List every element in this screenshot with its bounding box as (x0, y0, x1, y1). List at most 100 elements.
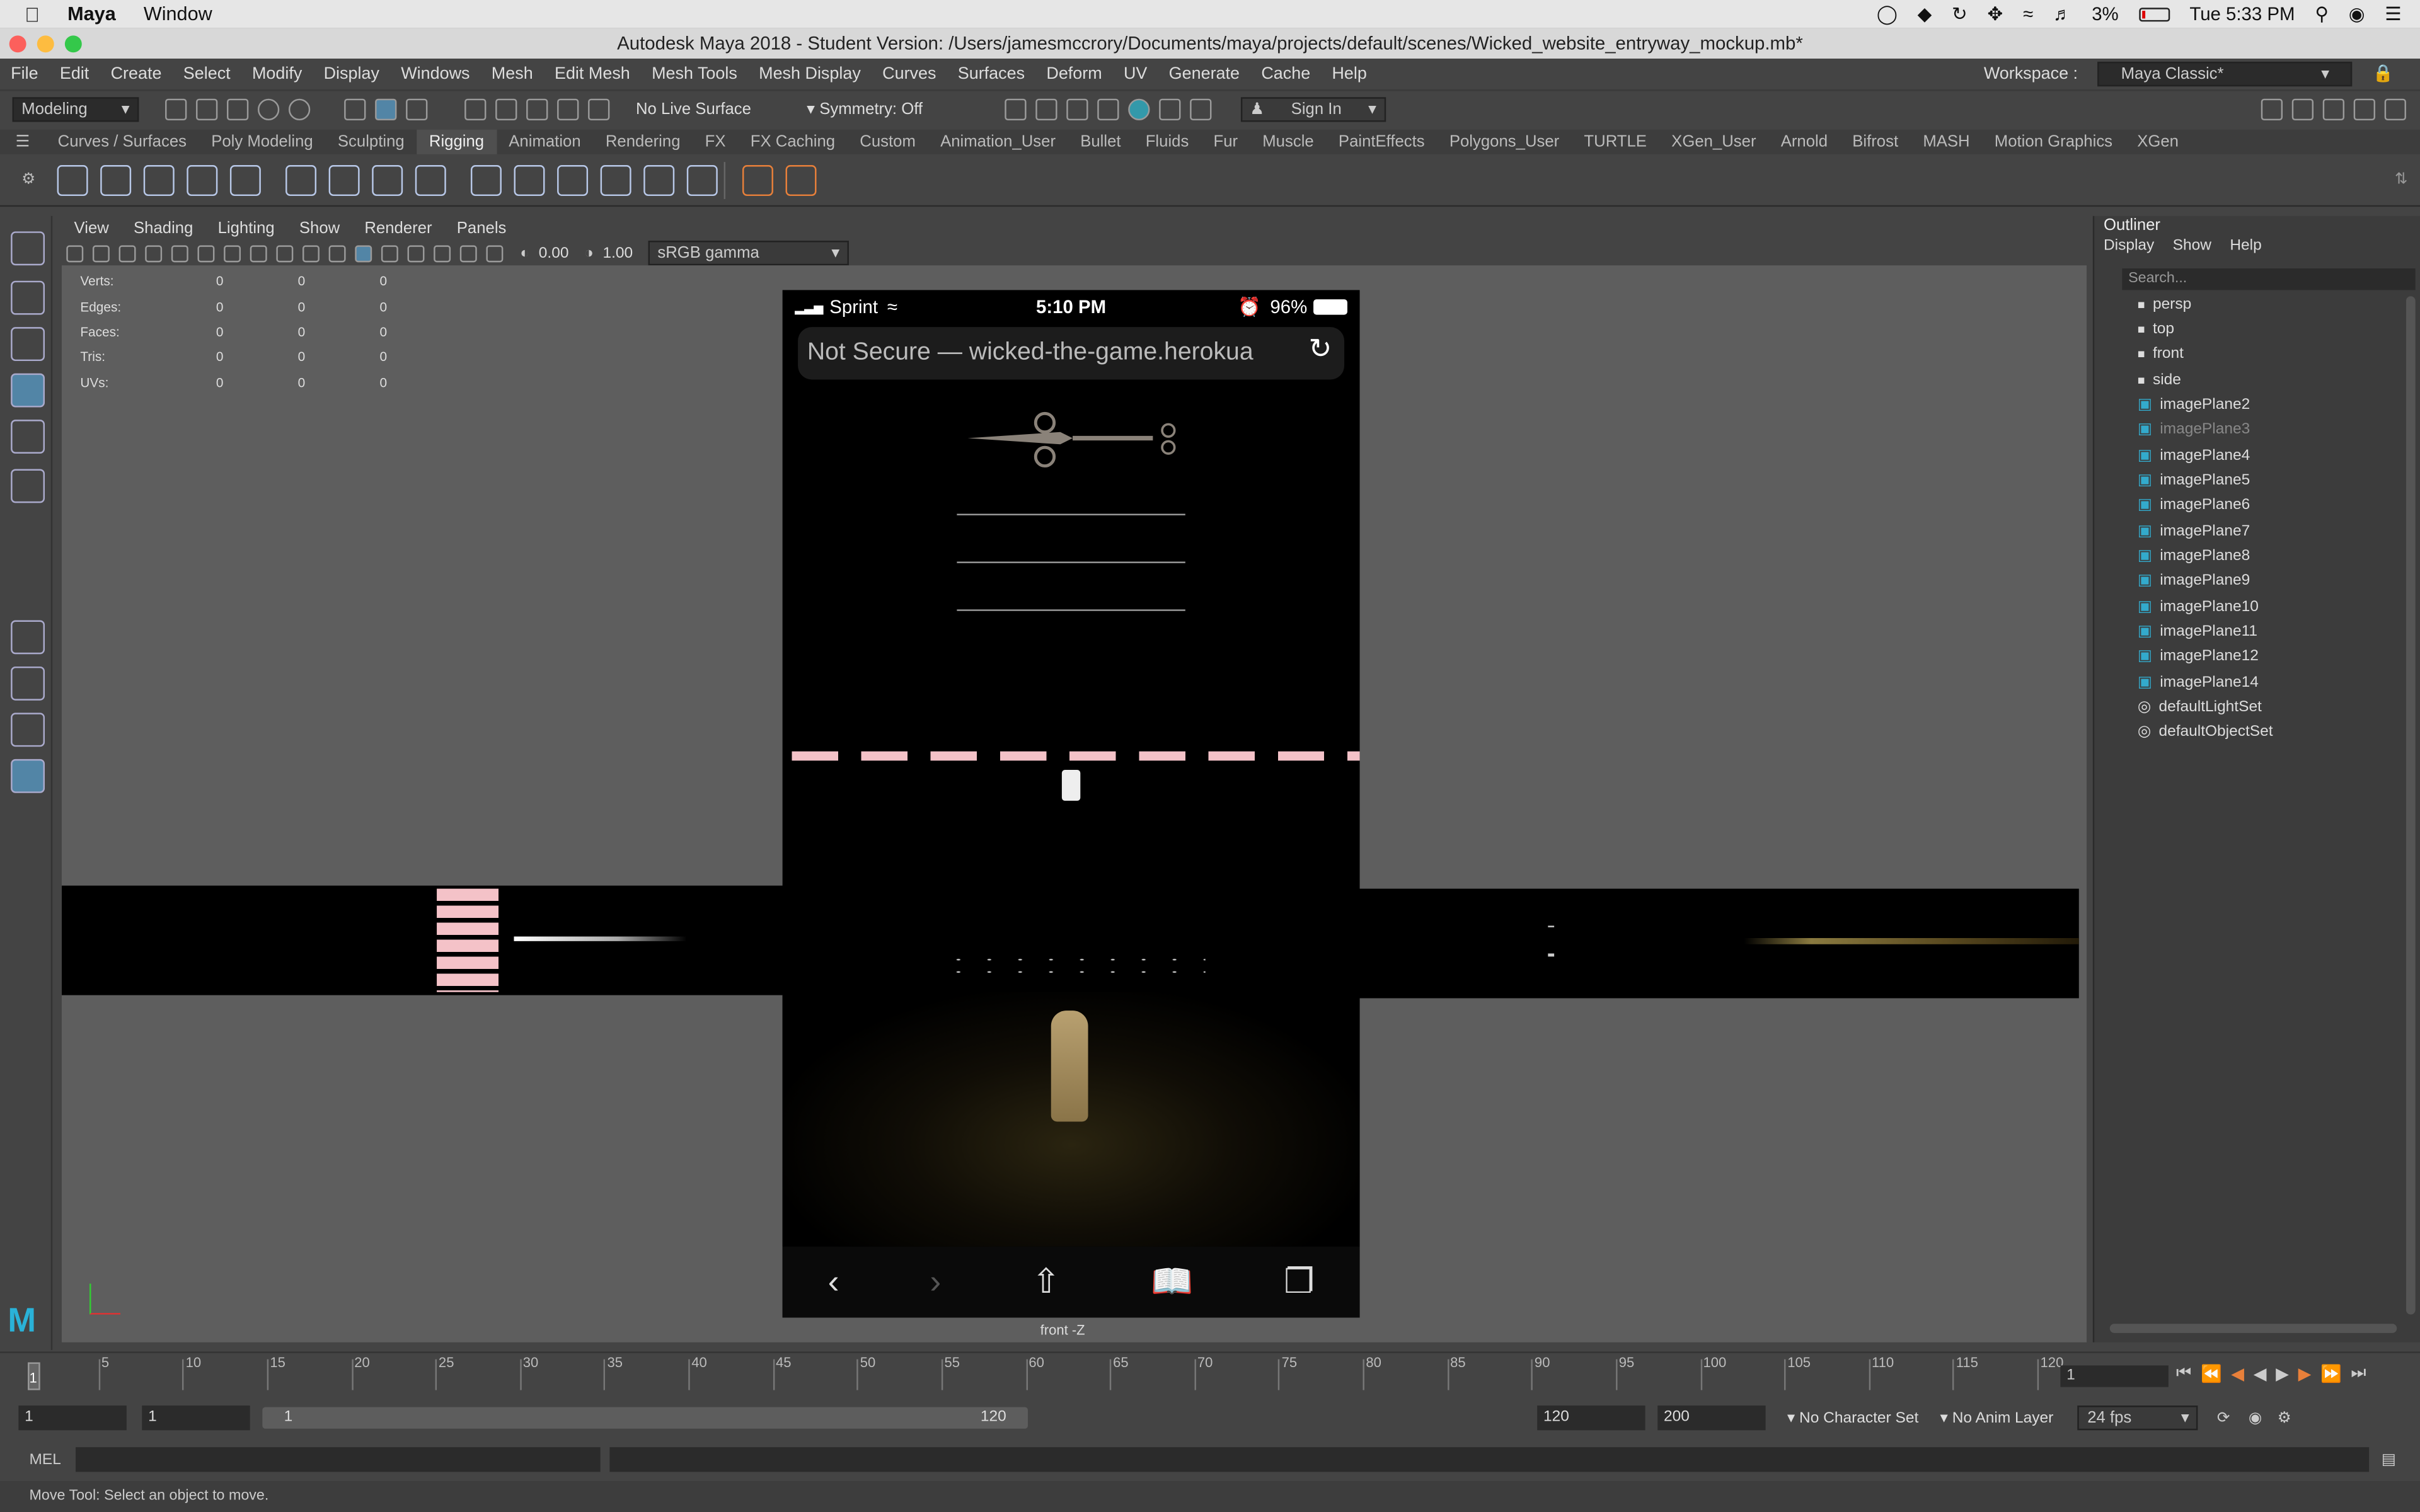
fps-dropdown[interactable]: 24 fps ▾ (2078, 1406, 2199, 1431)
paint-skin-weights-icon[interactable] (328, 164, 360, 195)
outliner-item-image-plane[interactable]: ▣ imagePlane12 (2138, 648, 2259, 665)
shelf-tab-turtle[interactable]: TURTLE (1572, 130, 1659, 154)
save-scene-icon[interactable] (227, 98, 249, 120)
phone-screenshot-plane[interactable]: ▂▃▅ Sprint ≈ 5:10 PM ⏰ 96% Not Secure — … (782, 290, 1360, 1318)
shelf-tab-fx[interactable]: FX (693, 130, 738, 154)
shelf-tab-xgen-user[interactable]: XGen_User (1659, 130, 1769, 154)
film-gate-icon[interactable] (197, 244, 215, 262)
bind-skin-icon[interactable] (285, 164, 316, 195)
shelf-tab-fx-caching[interactable]: FX Caching (738, 130, 848, 154)
outliner-item-image-plane[interactable]: ▣ imagePlane10 (2138, 598, 2259, 616)
use-all-lights-icon[interactable] (407, 244, 425, 262)
outliner-item-image-plane[interactable]: ▣ imagePlane11 (2138, 623, 2257, 640)
hypershade-icon[interactable] (1127, 98, 1150, 120)
orient-joint-icon[interactable] (187, 164, 218, 195)
add-influence-icon[interactable] (742, 164, 773, 195)
share-icon[interactable]: ⇧ (1032, 1262, 1060, 1302)
animation-end-field[interactable]: 200 (1657, 1406, 1766, 1431)
snap-view-plane-icon[interactable] (557, 98, 579, 120)
shelf-tab-painteffects[interactable]: PaintEffects (1326, 130, 1437, 154)
menu-curves[interactable]: Curves (872, 64, 947, 83)
wireframe-icon[interactable] (328, 244, 346, 262)
menu-file[interactable]: File (0, 64, 49, 83)
channel-box-icon[interactable] (2384, 98, 2406, 120)
step-forward-key-icon[interactable]: ▶ (2298, 1364, 2312, 1383)
insert-joint-icon[interactable] (100, 164, 132, 195)
script-editor-icon[interactable]: ▤ (2382, 1451, 2396, 1468)
shelf-tab-polygons-user[interactable]: Polygons_User (1437, 130, 1572, 154)
time-slider[interactable]: 1 5 10 15 20 25 30 35 40 45 50 55 60 65 70 75 80 85 90 95 1… (0, 1351, 2420, 1395)
locator-icon[interactable] (470, 164, 502, 195)
apple-icon[interactable]:  (25, 3, 40, 26)
outliner-item-image-plane[interactable]: ▣ imagePlane8 (2138, 547, 2250, 564)
ipr-render-icon[interactable] (1066, 98, 1088, 120)
menu-mesh-display[interactable]: Mesh Display (748, 64, 872, 83)
two-view-layout-icon[interactable] (11, 713, 45, 747)
arnold-render-icon[interactable] (1158, 98, 1181, 120)
shelf-tab-bifrost[interactable]: Bifrost (1840, 130, 1911, 154)
create-joints-icon[interactable] (57, 164, 88, 195)
outliner-item-image-plane[interactable]: ▣ imagePlane14 (2138, 674, 2259, 691)
outliner-layout-icon[interactable] (11, 759, 45, 793)
redo-icon[interactable] (288, 98, 311, 120)
shelf-tab-bullet[interactable]: Bullet (1068, 130, 1134, 154)
image-plane-right[interactable] (1358, 888, 2079, 999)
lasso-tool-icon[interactable] (11, 280, 45, 315)
snap-curve-icon[interactable] (495, 98, 517, 120)
field-chart-icon[interactable] (276, 244, 294, 262)
battery-icon[interactable] (2138, 7, 2170, 21)
creative-cloud-icon[interactable]: ◯ (1877, 3, 1898, 25)
menu-uv[interactable]: UV (1113, 64, 1158, 83)
grid-icon[interactable] (171, 244, 188, 262)
new-scene-icon[interactable] (165, 98, 187, 120)
scale-tool-icon[interactable] (11, 469, 45, 503)
paint-select-tool-icon[interactable] (11, 327, 45, 362)
shelf-tab-sculpting[interactable]: Sculpting (325, 130, 417, 154)
menu-mesh-tools[interactable]: Mesh Tools (641, 64, 748, 83)
resolution-gate-icon[interactable] (224, 244, 241, 262)
menu-select[interactable]: Select (173, 64, 241, 83)
range-slider[interactable]: 1 120 (262, 1407, 1028, 1429)
auto-key-icon[interactable]: ◉ (2249, 1409, 2262, 1426)
outliner-item-image-plane[interactable]: ▣ imagePlane2 (2138, 396, 2250, 413)
outliner-item-image-plane[interactable]: ▣ imagePlane3 (2138, 421, 2250, 438)
bluetooth-icon[interactable]: ✥ (1988, 3, 2003, 25)
workspace-dropdown[interactable]: Maya Classic* ▾ (2097, 60, 2353, 86)
menu-modify[interactable]: Modify (241, 64, 313, 83)
spotlight-icon[interactable]: ⚲ (2315, 3, 2329, 25)
command-language-label[interactable]: MEL (30, 1451, 76, 1468)
menu-mesh[interactable]: Mesh (481, 64, 544, 83)
panel-menu-lighting[interactable]: Lighting (205, 219, 287, 238)
camera-attributes-icon[interactable] (92, 244, 110, 262)
shelf-tab-motion-graphics[interactable]: Motion Graphics (1982, 130, 2124, 154)
shelf-tab-fluids[interactable]: Fluids (1133, 130, 1201, 154)
shelf-tab-rigging[interactable]: Rigging (417, 129, 497, 154)
menu-cache[interactable]: Cache (1250, 64, 1321, 83)
viewport-front[interactable]: Verts: 0 0 0 Edges: 0 0 0 Faces: 0 0 0 Tris: 0 0 0 U… (61, 265, 2087, 1343)
step-back-icon[interactable]: ⏪ (2201, 1364, 2222, 1383)
select-object-icon[interactable] (375, 98, 397, 120)
pole-vector-icon[interactable] (686, 164, 718, 195)
symmetry-dropdown[interactable]: ▾ Symmetry: Off (807, 100, 923, 118)
outliner-item-image-plane[interactable]: ▣ imagePlane4 (2138, 447, 2250, 464)
siri-icon[interactable]: ◉ (2349, 3, 2365, 25)
close-window-button[interactable] (9, 35, 26, 53)
single-view-layout-icon[interactable] (11, 620, 45, 655)
open-scene-icon[interactable] (196, 98, 218, 120)
outliner-item-set[interactable]: ◎ defaultLightSet (2138, 699, 2262, 716)
outliner-item-camera[interactable]: ■ persp (2138, 296, 2191, 313)
ik-handle-icon[interactable] (229, 164, 261, 195)
make-live-icon[interactable] (588, 98, 610, 120)
live-surface-label[interactable]: No Live Surface (636, 100, 751, 118)
safari-url-bar[interactable]: Not Secure — wicked-the-game.herokua ↻ (798, 327, 1345, 380)
menu-help[interactable]: Help (1321, 64, 1378, 83)
menu-generate[interactable]: Generate (1158, 64, 1251, 83)
loop-icon[interactable]: ⟳ (2217, 1409, 2230, 1426)
tabs-icon[interactable]: ❐ (1284, 1262, 1314, 1302)
outliner-item-camera[interactable]: ■ top (2138, 321, 2174, 338)
gamma-field[interactable]: 1.00 (602, 244, 633, 261)
orient-constraint-icon[interactable] (557, 164, 588, 195)
textured-icon[interactable] (381, 244, 398, 262)
attribute-editor-icon[interactable] (2322, 98, 2345, 120)
battery-percent[interactable]: 3% (2092, 3, 2118, 25)
